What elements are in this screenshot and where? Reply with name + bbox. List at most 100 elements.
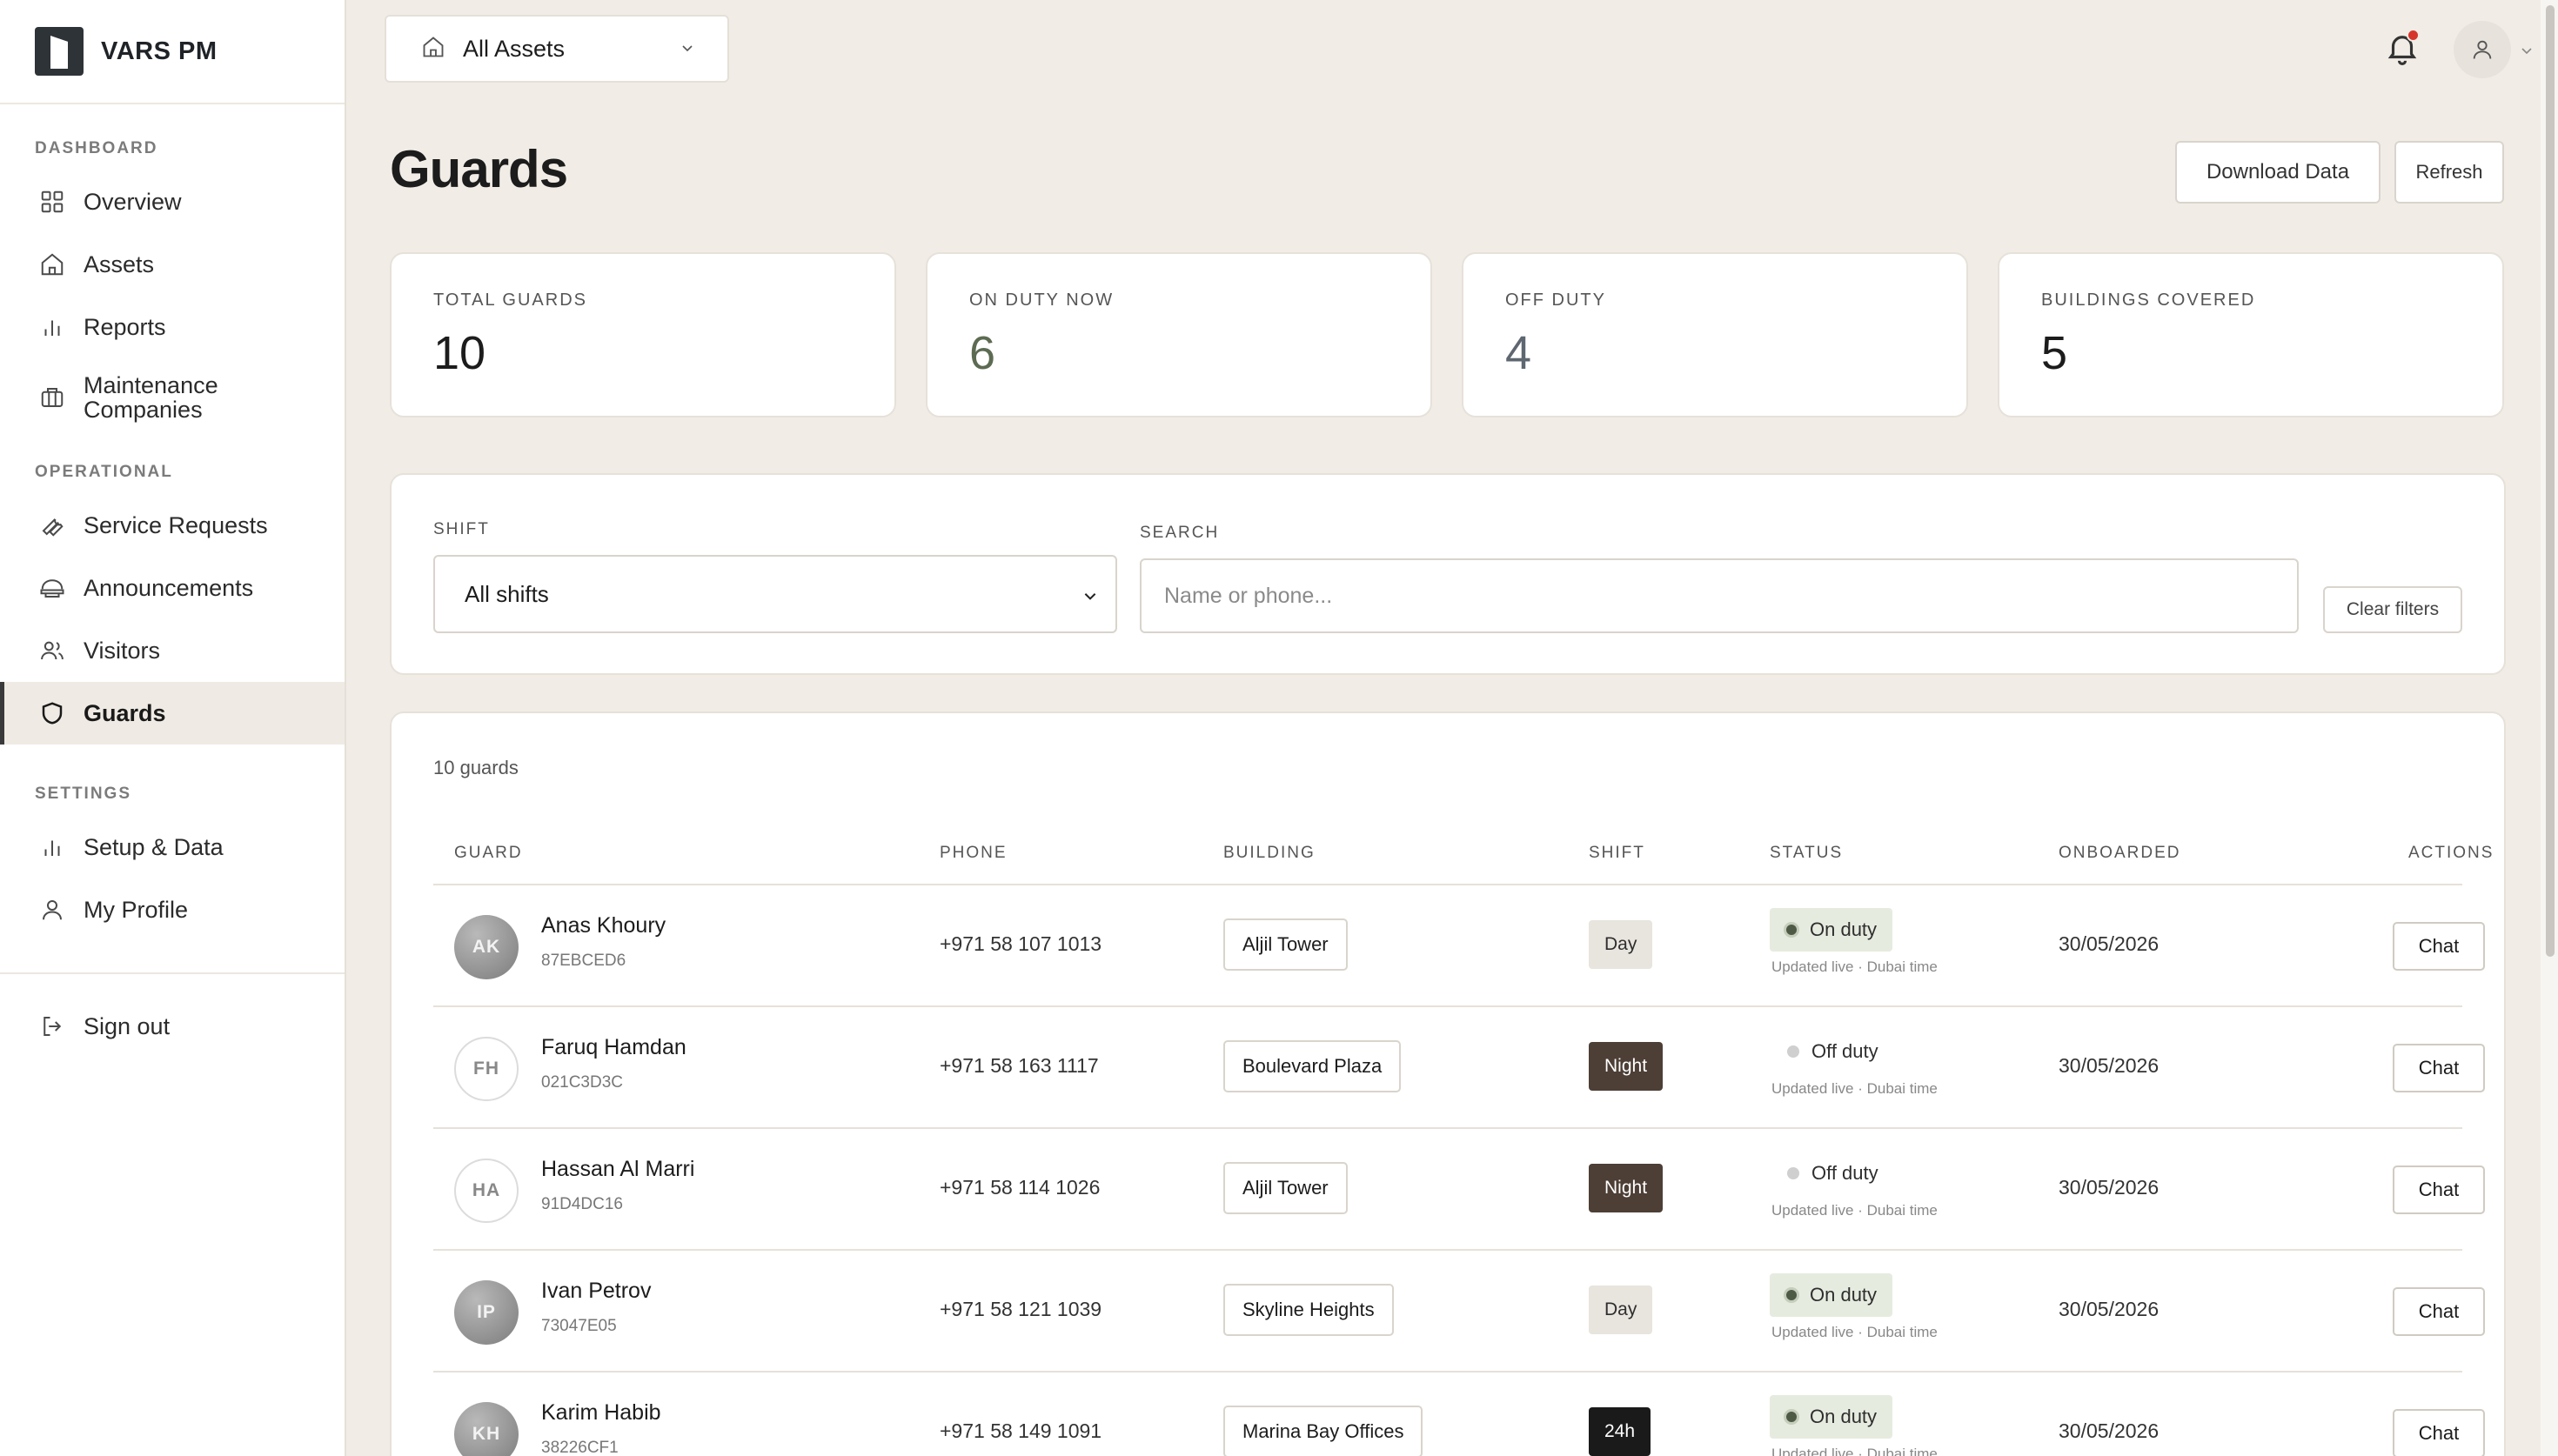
search-input[interactable]	[1140, 558, 2299, 633]
clear-filters-button[interactable]: Clear filters	[2323, 586, 2462, 633]
sidebar-item-label: Guards	[84, 700, 166, 726]
guard-name: Hassan Al Marri	[541, 1157, 695, 1181]
sidebar-item-label: Service Requests	[84, 512, 268, 538]
chevron-down-icon	[682, 45, 693, 52]
notification-badge	[2407, 29, 2420, 42]
status-cell: On duty Updated live · Dubai time	[1770, 1395, 1938, 1456]
table-row[interactable]: FH Faruq Hamdan 021C3D3C +971 58 163 111…	[433, 1007, 2485, 1129]
sidebar-item-service-requests[interactable]: Service Requests	[0, 494, 345, 557]
briefcase-icon	[38, 384, 66, 411]
sidebar-divider	[0, 972, 345, 974]
stat-value: 10	[433, 327, 486, 379]
table-row[interactable]: HA Hassan Al Marri 91D4DC16 +971 58 114 …	[433, 1129, 2485, 1251]
brand[interactable]: VARS PM	[0, 0, 345, 104]
sidebar-item-reports[interactable]: Reports	[0, 296, 345, 358]
table-row[interactable]: AK Anas Khoury 87EBCED6 +971 58 107 1013…	[433, 885, 2485, 1007]
sidebar-item-label: Maintenance Companies	[84, 372, 218, 423]
onboarded-date: 30/05/2026	[2059, 1298, 2160, 1320]
building-badge: Aljil Tower	[1223, 918, 1348, 971]
status-badge: On duty	[1770, 1273, 1893, 1317]
asset-selector-value: All Assets	[463, 35, 566, 62]
sidebar-item-label: Overview	[84, 189, 182, 215]
building-badge: Skyline Heights	[1223, 1284, 1394, 1336]
sidebar-item-label: Announcements	[84, 575, 254, 601]
avatar: IP	[454, 1280, 519, 1345]
stat-value: 4	[1505, 327, 1532, 379]
table-row[interactable]: KH Karim Habib 38226CF1 +971 58 149 1091…	[433, 1373, 2485, 1456]
chat-button[interactable]: Chat	[2393, 1409, 2485, 1456]
guard-phone: +971 58 114 1026	[940, 1176, 1101, 1199]
guard-phone: +971 58 149 1091	[940, 1419, 1102, 1442]
chevron-down-icon[interactable]	[2520, 43, 2534, 57]
status-cell: On duty Updated live · Dubai time	[1770, 908, 1938, 976]
page-title: Guards	[390, 140, 568, 198]
status-note: Updated live · Dubai time	[1771, 1202, 1938, 1219]
onboarded-date: 30/05/2026	[2059, 1419, 2160, 1442]
nav-section-operational: OPERATIONAL Service Requests Announcemen…	[0, 437, 345, 745]
status-note: Updated live · Dubai time	[1771, 1446, 1938, 1456]
chat-button[interactable]: Chat	[2393, 1287, 2485, 1336]
guard-name: Anas Khoury	[541, 913, 666, 938]
user-menu-avatar[interactable]	[2454, 21, 2511, 78]
onboarded-date: 30/05/2026	[2059, 1176, 2160, 1199]
user-icon	[2473, 40, 2492, 59]
stat-label: ON DUTY NOW	[969, 291, 1115, 310]
column-header-status: STATUS	[1770, 844, 1844, 862]
refresh-button[interactable]: Refresh	[2394, 141, 2504, 204]
chat-button[interactable]: Chat	[2393, 922, 2485, 971]
status-dot-icon	[1784, 1287, 1799, 1303]
sidebar-item-maintenance-companies[interactable]: Maintenance Companies	[0, 358, 345, 437]
shift-filter-label: SHIFT	[433, 520, 490, 538]
status-badge: Off duty	[1770, 1030, 1894, 1073]
stat-value: 6	[969, 327, 996, 379]
sidebar-item-label: Visitors	[84, 638, 161, 664]
guards-count: 10 guards	[433, 757, 519, 778]
users-icon	[38, 637, 66, 665]
status-dot-icon	[1784, 1409, 1799, 1425]
home-icon	[38, 250, 66, 278]
status-note: Updated live · Dubai time	[1771, 1080, 1938, 1097]
avatar: KH	[454, 1402, 519, 1456]
logout-icon	[38, 1012, 66, 1040]
status-text: Off duty	[1811, 1040, 1878, 1062]
filters-card: SHIFT All shifts SEARCH Clear filters	[390, 473, 2506, 675]
wrench-icon	[38, 511, 66, 539]
brand-logo	[35, 27, 84, 76]
sign-out-button[interactable]: Sign out	[0, 995, 345, 1058]
guard-id: 91D4DC16	[541, 1195, 623, 1213]
status-note: Updated live · Dubai time	[1771, 958, 1938, 975]
guard-id: 87EBCED6	[541, 952, 626, 970]
shift-select[interactable]: All shifts	[433, 555, 1117, 633]
sidebar-item-guards[interactable]: Guards	[0, 682, 345, 745]
column-header-actions: ACTIONS	[2408, 844, 2494, 862]
stat-label: BUILDINGS COVERED	[2041, 291, 2256, 310]
download-data-button[interactable]: Download Data	[2175, 141, 2381, 204]
stat-card-on-duty: ON DUTY NOW 6	[926, 252, 1432, 417]
status-dot-icon	[1787, 1045, 1799, 1058]
nav-section-settings: SETTINGS Setup & Data My Profile	[0, 745, 345, 941]
page-scrollbar-thumb[interactable]	[2546, 5, 2555, 957]
sidebar-item-overview[interactable]: Overview	[0, 170, 345, 233]
brand-name: VARS PM	[101, 37, 218, 65]
stat-label: TOTAL GUARDS	[433, 291, 587, 310]
sidebar-item-visitors[interactable]: Visitors	[0, 619, 345, 682]
guard-phone: +971 58 163 1117	[940, 1054, 1099, 1077]
sidebar-item-announcements[interactable]: Announcements	[0, 557, 345, 619]
status-note: Updated live · Dubai time	[1771, 1324, 1938, 1340]
notifications-button[interactable]	[2384, 29, 2421, 66]
table-row[interactable]: IP Ivan Petrov 73047E05 +971 58 121 1039…	[433, 1251, 2485, 1373]
shift-badge: 24h	[1589, 1407, 1651, 1456]
chat-button[interactable]: Chat	[2393, 1165, 2485, 1214]
chat-button[interactable]: Chat	[2393, 1044, 2485, 1092]
status-text: On duty	[1810, 1406, 1878, 1427]
sidebar-item-setup-data[interactable]: Setup & Data	[0, 816, 345, 878]
sidebar: VARS PM DASHBOARD Overview Assets Report…	[0, 0, 346, 1456]
guard-name: Ivan Petrov	[541, 1279, 652, 1303]
sidebar-item-assets[interactable]: Assets	[0, 233, 345, 296]
sidebar-item-label: Reports	[84, 314, 166, 340]
stat-label: OFF DUTY	[1505, 291, 1606, 310]
asset-selector[interactable]: All Assets	[385, 15, 729, 83]
shift-badge: Night	[1589, 1164, 1664, 1212]
sidebar-item-my-profile[interactable]: My Profile	[0, 878, 345, 941]
status-cell: On duty Updated live · Dubai time	[1770, 1273, 1938, 1341]
